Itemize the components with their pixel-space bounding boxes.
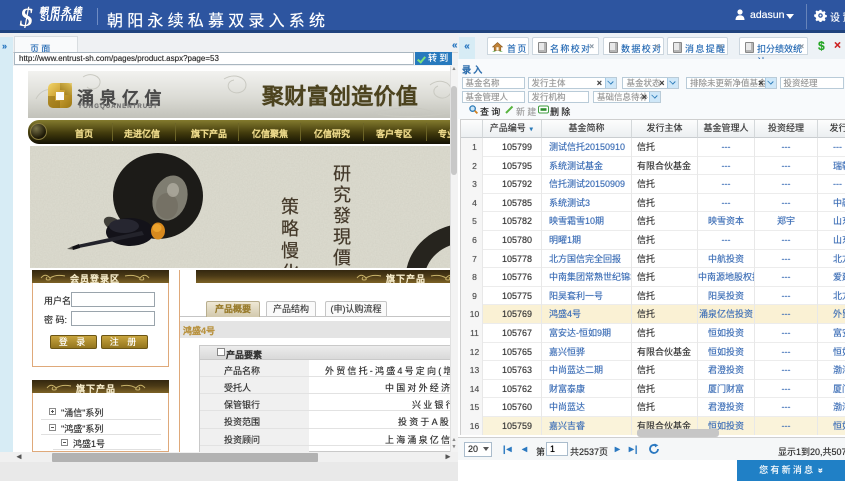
svg-text:$: $ <box>19 3 33 30</box>
